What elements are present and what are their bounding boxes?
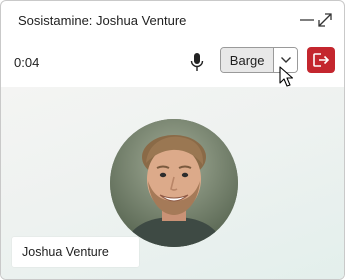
leave-call-icon — [313, 53, 330, 67]
video-stage: Joshua Venture — [1, 87, 344, 279]
chevron-down-icon — [280, 57, 291, 63]
mute-button[interactable] — [186, 49, 208, 75]
microphone-icon — [190, 53, 204, 71]
title-bar: Sosistamine: Joshua Venture — [1, 1, 344, 39]
mouse-cursor-icon — [279, 66, 294, 87]
participant-photo-icon — [110, 119, 238, 247]
participant-name-tag: Joshua Venture — [12, 237, 139, 267]
expand-button[interactable] — [311, 7, 339, 33]
participant-avatar — [110, 119, 238, 247]
call-window: Sosistamine: Joshua Venture 0:04 Barge J… — [0, 0, 345, 280]
window-title: Sosistamine: Joshua Venture — [18, 13, 187, 28]
barge-button[interactable]: Barge — [221, 48, 275, 72]
leave-call-button[interactable] — [307, 47, 335, 73]
expand-icon — [318, 13, 332, 27]
call-timer: 0:04 — [14, 55, 40, 70]
